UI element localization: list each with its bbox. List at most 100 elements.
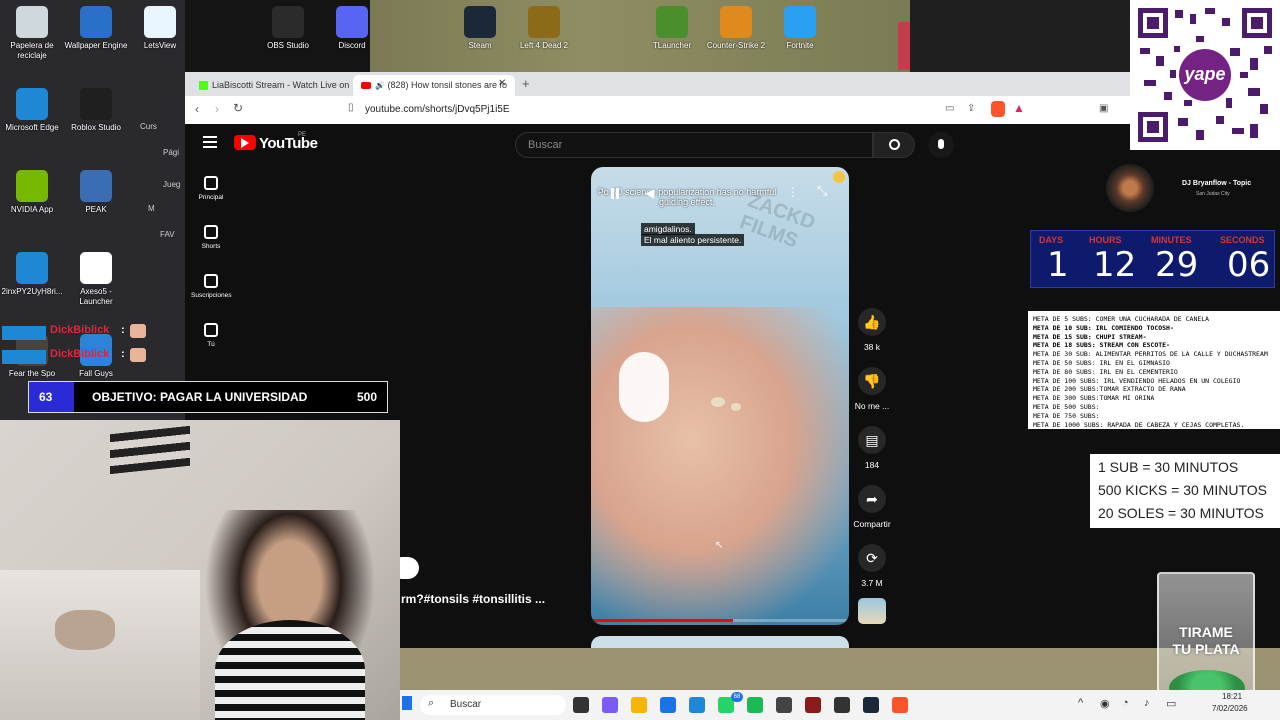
desktop-icon[interactable]: PEAK <box>64 170 128 215</box>
brave-icon[interactable] <box>892 697 908 713</box>
app-icon[interactable] <box>776 697 792 713</box>
progress-track[interactable] <box>591 619 849 622</box>
desktop-icon[interactable]: Axeso5 - Launcher <box>64 252 128 307</box>
desktop-icon[interactable]: 2inxPY2UyH8ri... <box>0 252 64 297</box>
action-button[interactable]: ➦ Compartir <box>844 485 900 529</box>
start-icon[interactable] <box>402 696 412 710</box>
action-button[interactable]: ⟳ 3.7 M <box>844 544 900 588</box>
rewards-icon[interactable]: ▲ <box>1013 101 1025 115</box>
desktop-icon[interactable]: Steam <box>448 6 512 51</box>
vpn-icon[interactable]: ◉ <box>1100 697 1110 710</box>
desktop-icon-label: 2inxPY2UyH8ri... <box>1 287 63 296</box>
desktop-icon[interactable]: Discord <box>320 6 384 51</box>
search-button[interactable] <box>873 132 915 158</box>
desktop-icon-label: PEAK <box>85 205 107 214</box>
goal-line: META DE 200 SUBS:TOMAR EXTRACTO DE RANA <box>1033 385 1186 394</box>
bookmark-icon[interactable]: ▯ <box>348 102 354 113</box>
app-icon <box>784 6 816 38</box>
back-icon[interactable]: ‹ <box>195 102 199 116</box>
goal-line: META DE 15 SUB: CHUPI STREAM- <box>1033 332 1147 341</box>
reload-icon[interactable]: ↻ <box>233 101 243 115</box>
obs-icon[interactable] <box>834 697 850 713</box>
webcam-feed <box>0 420 400 720</box>
desktop-icon[interactable]: Wallpaper Engine <box>64 6 128 51</box>
badge-icons <box>2 326 46 340</box>
hand-image <box>591 307 849 625</box>
store-icon[interactable] <box>660 697 676 713</box>
timer-minutes: 29 <box>1155 245 1199 285</box>
show-hidden-icons[interactable]: ^ <box>1078 697 1083 709</box>
yape-qr-code: yape <box>1130 0 1280 150</box>
shorts-icon <box>204 225 218 239</box>
app-icon <box>464 6 496 38</box>
desktop-icon[interactable]: Fortnite <box>768 6 832 51</box>
battery-icon[interactable]: ▭ <box>1166 697 1176 710</box>
search-input[interactable]: Buscar <box>515 132 873 158</box>
timer-label-days: DAYS <box>1039 235 1064 245</box>
action-button[interactable]: ▤ 184 <box>844 426 900 470</box>
tab-youtube[interactable]: 🔊 (828) How tonsil stones are fo <box>353 75 515 96</box>
close-tab-icon[interactable]: ✕ <box>498 78 506 89</box>
url-field[interactable]: youtube.com/shorts/jDvq5Pj1i5E <box>365 104 510 115</box>
clock-time[interactable]: 18:21 <box>1222 692 1242 701</box>
action-button[interactable]: 👎 No me ... <box>844 367 900 411</box>
emote-icon <box>130 324 146 338</box>
app-icon <box>16 88 48 120</box>
tab-kick[interactable]: LiaBiscotti Stream - Watch Live on Ki <box>191 75 351 96</box>
forward-icon[interactable]: › <box>215 102 219 116</box>
sidebar-item[interactable]: Suscripciones <box>191 274 231 299</box>
tip-jar-line-1: TIRAME <box>1179 624 1233 640</box>
desktop-icon[interactable]: Roblox Studio <box>64 88 128 133</box>
short-title[interactable]: rm?#tonsils #tonsillitis ... <box>401 592 545 606</box>
desktop-icon[interactable]: Microsoft Edge <box>0 88 64 133</box>
desktop-icon-label: LetsView <box>143 41 177 50</box>
like-icon: 👍 <box>858 308 886 336</box>
desktop-icon[interactable]: LetsView <box>128 6 192 51</box>
desktop-icon[interactable]: OBS Studio <box>256 6 320 51</box>
next-short-preview[interactable] <box>591 636 849 648</box>
video-caption: Po 3D science popularization has no harm… <box>597 187 777 207</box>
volume-icon[interactable]: ◀ <box>645 186 654 200</box>
task-view-icon[interactable] <box>573 697 589 713</box>
desktop-top-right <box>910 0 1130 72</box>
steam-icon[interactable] <box>863 697 879 713</box>
spotify-icon[interactable] <box>747 697 763 713</box>
desktop-icon[interactable]: NVIDIA App <box>0 170 64 215</box>
edge-icon[interactable] <box>689 697 705 713</box>
sound-thumbnail[interactable] <box>858 598 886 624</box>
pause-icon[interactable] <box>611 188 619 199</box>
tip-jar-label: TIRAME TU PLATA <box>1159 624 1253 658</box>
share-icon: ➦ <box>858 485 886 513</box>
app-icon[interactable] <box>805 697 821 713</box>
youtube-logo-text[interactable]: YouTube <box>259 135 318 152</box>
share-page-icon[interactable]: ⇪ <box>967 103 975 114</box>
network-icon[interactable]: ◔ <box>1122 697 1129 709</box>
copilot-icon[interactable] <box>602 697 618 713</box>
action-button[interactable]: 👍 38 k <box>844 308 900 352</box>
desktop-icon[interactable]: Papelera de reciclaje <box>0 6 64 61</box>
file-explorer-icon[interactable] <box>631 697 647 713</box>
more-options-icon[interactable]: ⋮ <box>787 185 799 199</box>
taskbar-search[interactable]: Buscar <box>420 695 566 715</box>
brave-shield-icon[interactable] <box>991 101 1005 117</box>
cast-icon[interactable]: ▭ <box>945 103 954 114</box>
goal-line: META DE 30 SUB: ALIMENTAR PERRITOS DE LA… <box>1033 350 1268 359</box>
clock-date[interactable]: 7/02/2026 <box>1212 704 1248 713</box>
sidebar-item[interactable]: Tú <box>191 323 231 348</box>
address-bar: ‹ › ↻ ▯ youtube.com/shorts/jDvq5Pj1i5E ▭… <box>185 96 1280 124</box>
new-tab-button[interactable]: + <box>522 76 530 91</box>
desktop-icon[interactable]: Left 4 Dead 2 <box>512 6 576 51</box>
sidebar-item[interactable]: Principal <box>191 176 231 201</box>
track-artist: DJ Bryanflow - Topic <box>1182 180 1252 187</box>
fullscreen-icon[interactable]: ⤡ <box>817 183 827 199</box>
app-icon <box>16 252 48 284</box>
voice-search-button[interactable] <box>928 132 954 158</box>
desktop-icon[interactable]: TLauncher <box>640 6 704 51</box>
sidebar-item[interactable]: Shorts <box>191 225 231 250</box>
desktop-icon-label: Wallpaper Engine <box>64 41 128 50</box>
sidebar-toggle-icon[interactable]: ▣ <box>1099 103 1108 114</box>
short-video[interactable]: ZACKD FILMS Po 3D science popularization… <box>591 167 849 625</box>
menu-icon[interactable] <box>203 136 217 148</box>
desktop-icon[interactable]: Counter-Strike 2 <box>704 6 768 51</box>
volume-tray-icon[interactable]: ♪ <box>1144 697 1150 709</box>
